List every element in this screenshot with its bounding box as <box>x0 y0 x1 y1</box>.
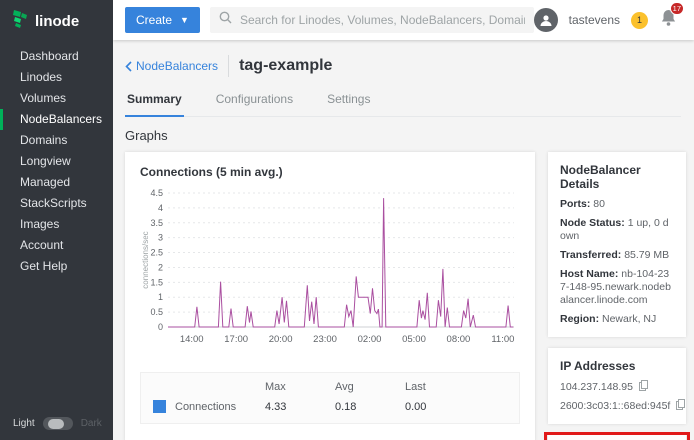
main-content: NodeBalancers tag-example Summary Config… <box>113 40 694 440</box>
svg-text:11:00: 11:00 <box>491 334 514 345</box>
ip-row-v4: 104.237.148.95 <box>560 380 674 394</box>
tab-summary[interactable]: Summary <box>125 92 184 117</box>
ip-row-v6: 2600:3c03:1::68ed:945f <box>560 399 674 413</box>
theme-toggle[interactable] <box>43 417 73 430</box>
notification-count-badge: 17 <box>670 2 684 15</box>
tags-panel-wrapper: Tags + Add New Tag <box>548 435 686 440</box>
user-area: tastevens 1 17 <box>534 8 694 32</box>
legend-col-last: Last <box>405 381 475 393</box>
svg-text:1.5: 1.5 <box>150 277 163 287</box>
svg-text:2: 2 <box>158 262 163 272</box>
svg-text:05:00: 05:00 <box>402 334 426 345</box>
tags-panel: Tags + Add New Tag <box>548 435 686 440</box>
create-button[interactable]: Create ▼ <box>125 7 200 33</box>
sidebar-item-account[interactable]: Account <box>0 235 113 256</box>
svg-text:08:00: 08:00 <box>447 334 471 345</box>
top-header: Create ▼ tastevens 1 17 <box>113 0 694 40</box>
ipv4-address: 104.237.148.95 <box>560 381 633 393</box>
chart-legend: Max Avg Last Connections 4.33 0.18 0.00 <box>140 372 520 424</box>
page-title: tag-example <box>239 57 332 75</box>
svg-text:0: 0 <box>158 322 163 332</box>
sidebar-item-dashboard[interactable]: Dashboard <box>0 46 113 67</box>
svg-text:02:00: 02:00 <box>358 334 382 345</box>
ip-addresses-panel: IP Addresses 104.237.148.95 2600:3c03:1:… <box>548 348 686 424</box>
linode-logo-icon <box>12 9 29 33</box>
username[interactable]: tastevens <box>569 13 620 27</box>
linode-logo[interactable]: linode <box>0 0 113 41</box>
svg-text:4: 4 <box>158 203 163 213</box>
create-button-label: Create <box>136 13 172 27</box>
svg-text:0.5: 0.5 <box>150 307 163 317</box>
legend-col-max: Max <box>265 381 335 393</box>
user-events-badge[interactable]: 1 <box>631 12 648 29</box>
ip-panel-title: IP Addresses <box>560 359 674 373</box>
tab-bar: Summary Configurations Settings <box>125 92 681 117</box>
svg-text:connections/sec: connections/sec <box>141 231 150 288</box>
svg-text:20:00: 20:00 <box>269 334 293 345</box>
breadcrumb-divider <box>228 55 229 77</box>
legend-series-name[interactable]: Connections <box>175 401 236 413</box>
detail-row-transferred: Transferred: 85.79 MB <box>560 249 674 262</box>
breadcrumb-back-link[interactable]: NodeBalancers <box>125 59 218 73</box>
breadcrumb-back-label: NodeBalancers <box>136 59 218 73</box>
copy-icon[interactable] <box>676 399 685 413</box>
sidebar-item-images[interactable]: Images <box>0 214 113 235</box>
detail-row-node-status: Node Status: 1 up, 0 down <box>560 217 674 243</box>
theme-toggle-row: Light Dark <box>13 417 102 430</box>
svg-text:2.5: 2.5 <box>150 248 163 258</box>
svg-text:3.5: 3.5 <box>150 218 163 228</box>
nodebalancer-details-panel: NodeBalancer Details Ports: 80 Node Stat… <box>548 152 686 337</box>
graphs-section-title: Graphs <box>125 128 694 143</box>
tab-configurations[interactable]: Configurations <box>214 92 295 116</box>
notifications-button[interactable]: 17 <box>659 8 678 32</box>
legend-col-avg: Avg <box>335 381 405 393</box>
sidebar-item-nodebalancers[interactable]: NodeBalancers <box>0 109 113 130</box>
logo-text: linode <box>35 13 79 30</box>
sidebar: linode Dashboard Linodes Volumes NodeBal… <box>0 0 113 440</box>
sidebar-item-domains[interactable]: Domains <box>0 130 113 151</box>
legend-swatch <box>153 400 166 413</box>
detail-row-ports: Ports: 80 <box>560 198 674 211</box>
connections-chart: 0 0.5 1 1.5 2 2.5 3 3.5 4 4.5 14:00 17:00 20:00 23:00… <box>140 183 520 361</box>
sidebar-item-managed[interactable]: Managed <box>0 172 113 193</box>
detail-row-host-name: Host Name: nb-104-237-148-95.newark.node… <box>560 268 674 307</box>
search-bar[interactable] <box>210 7 534 33</box>
sidebar-item-volumes[interactable]: Volumes <box>0 88 113 109</box>
chevron-left-icon <box>125 61 132 72</box>
avatar[interactable] <box>534 8 558 32</box>
connections-graph-card: Connections (5 min avg.) 0 0.5 1 1.5 2 2.5 3 3.… <box>125 152 535 440</box>
ipv6-address: 2600:3c03:1::68ed:945f <box>560 400 670 412</box>
search-input[interactable] <box>240 13 525 27</box>
sidebar-item-stackscripts[interactable]: StackScripts <box>0 193 113 214</box>
sidebar-item-linodes[interactable]: Linodes <box>0 67 113 88</box>
summary-sidebar: NodeBalancer Details Ports: 80 Node Stat… <box>548 152 686 440</box>
legend-avg-value: 0.18 <box>335 401 405 413</box>
details-panel-title: NodeBalancer Details <box>560 163 674 191</box>
detail-row-region: Region: Newark, NJ <box>560 313 674 326</box>
theme-toggle-knob <box>48 419 64 429</box>
sidebar-item-get-help[interactable]: Get Help <box>0 256 113 277</box>
breadcrumb: NodeBalancers tag-example <box>125 55 694 77</box>
svg-text:3: 3 <box>158 233 163 243</box>
svg-text:1: 1 <box>158 292 163 302</box>
svg-text:23:00: 23:00 <box>313 334 337 345</box>
sidebar-nav: Dashboard Linodes Volumes NodeBalancers … <box>0 46 113 277</box>
svg-text:14:00: 14:00 <box>180 334 204 345</box>
legend-last-value: 0.00 <box>405 401 475 413</box>
chart-title: Connections (5 min avg.) <box>140 165 520 179</box>
legend-max-value: 4.33 <box>265 401 335 413</box>
theme-dark-label: Dark <box>81 418 102 429</box>
chevron-down-icon: ▼ <box>180 15 189 25</box>
tab-settings[interactable]: Settings <box>325 92 372 116</box>
sidebar-item-longview[interactable]: Longview <box>0 151 113 172</box>
theme-light-label: Light <box>13 418 35 429</box>
svg-text:4.5: 4.5 <box>150 188 163 198</box>
search-icon <box>219 11 232 29</box>
svg-text:17:00: 17:00 <box>224 334 248 345</box>
copy-icon[interactable] <box>639 380 648 394</box>
